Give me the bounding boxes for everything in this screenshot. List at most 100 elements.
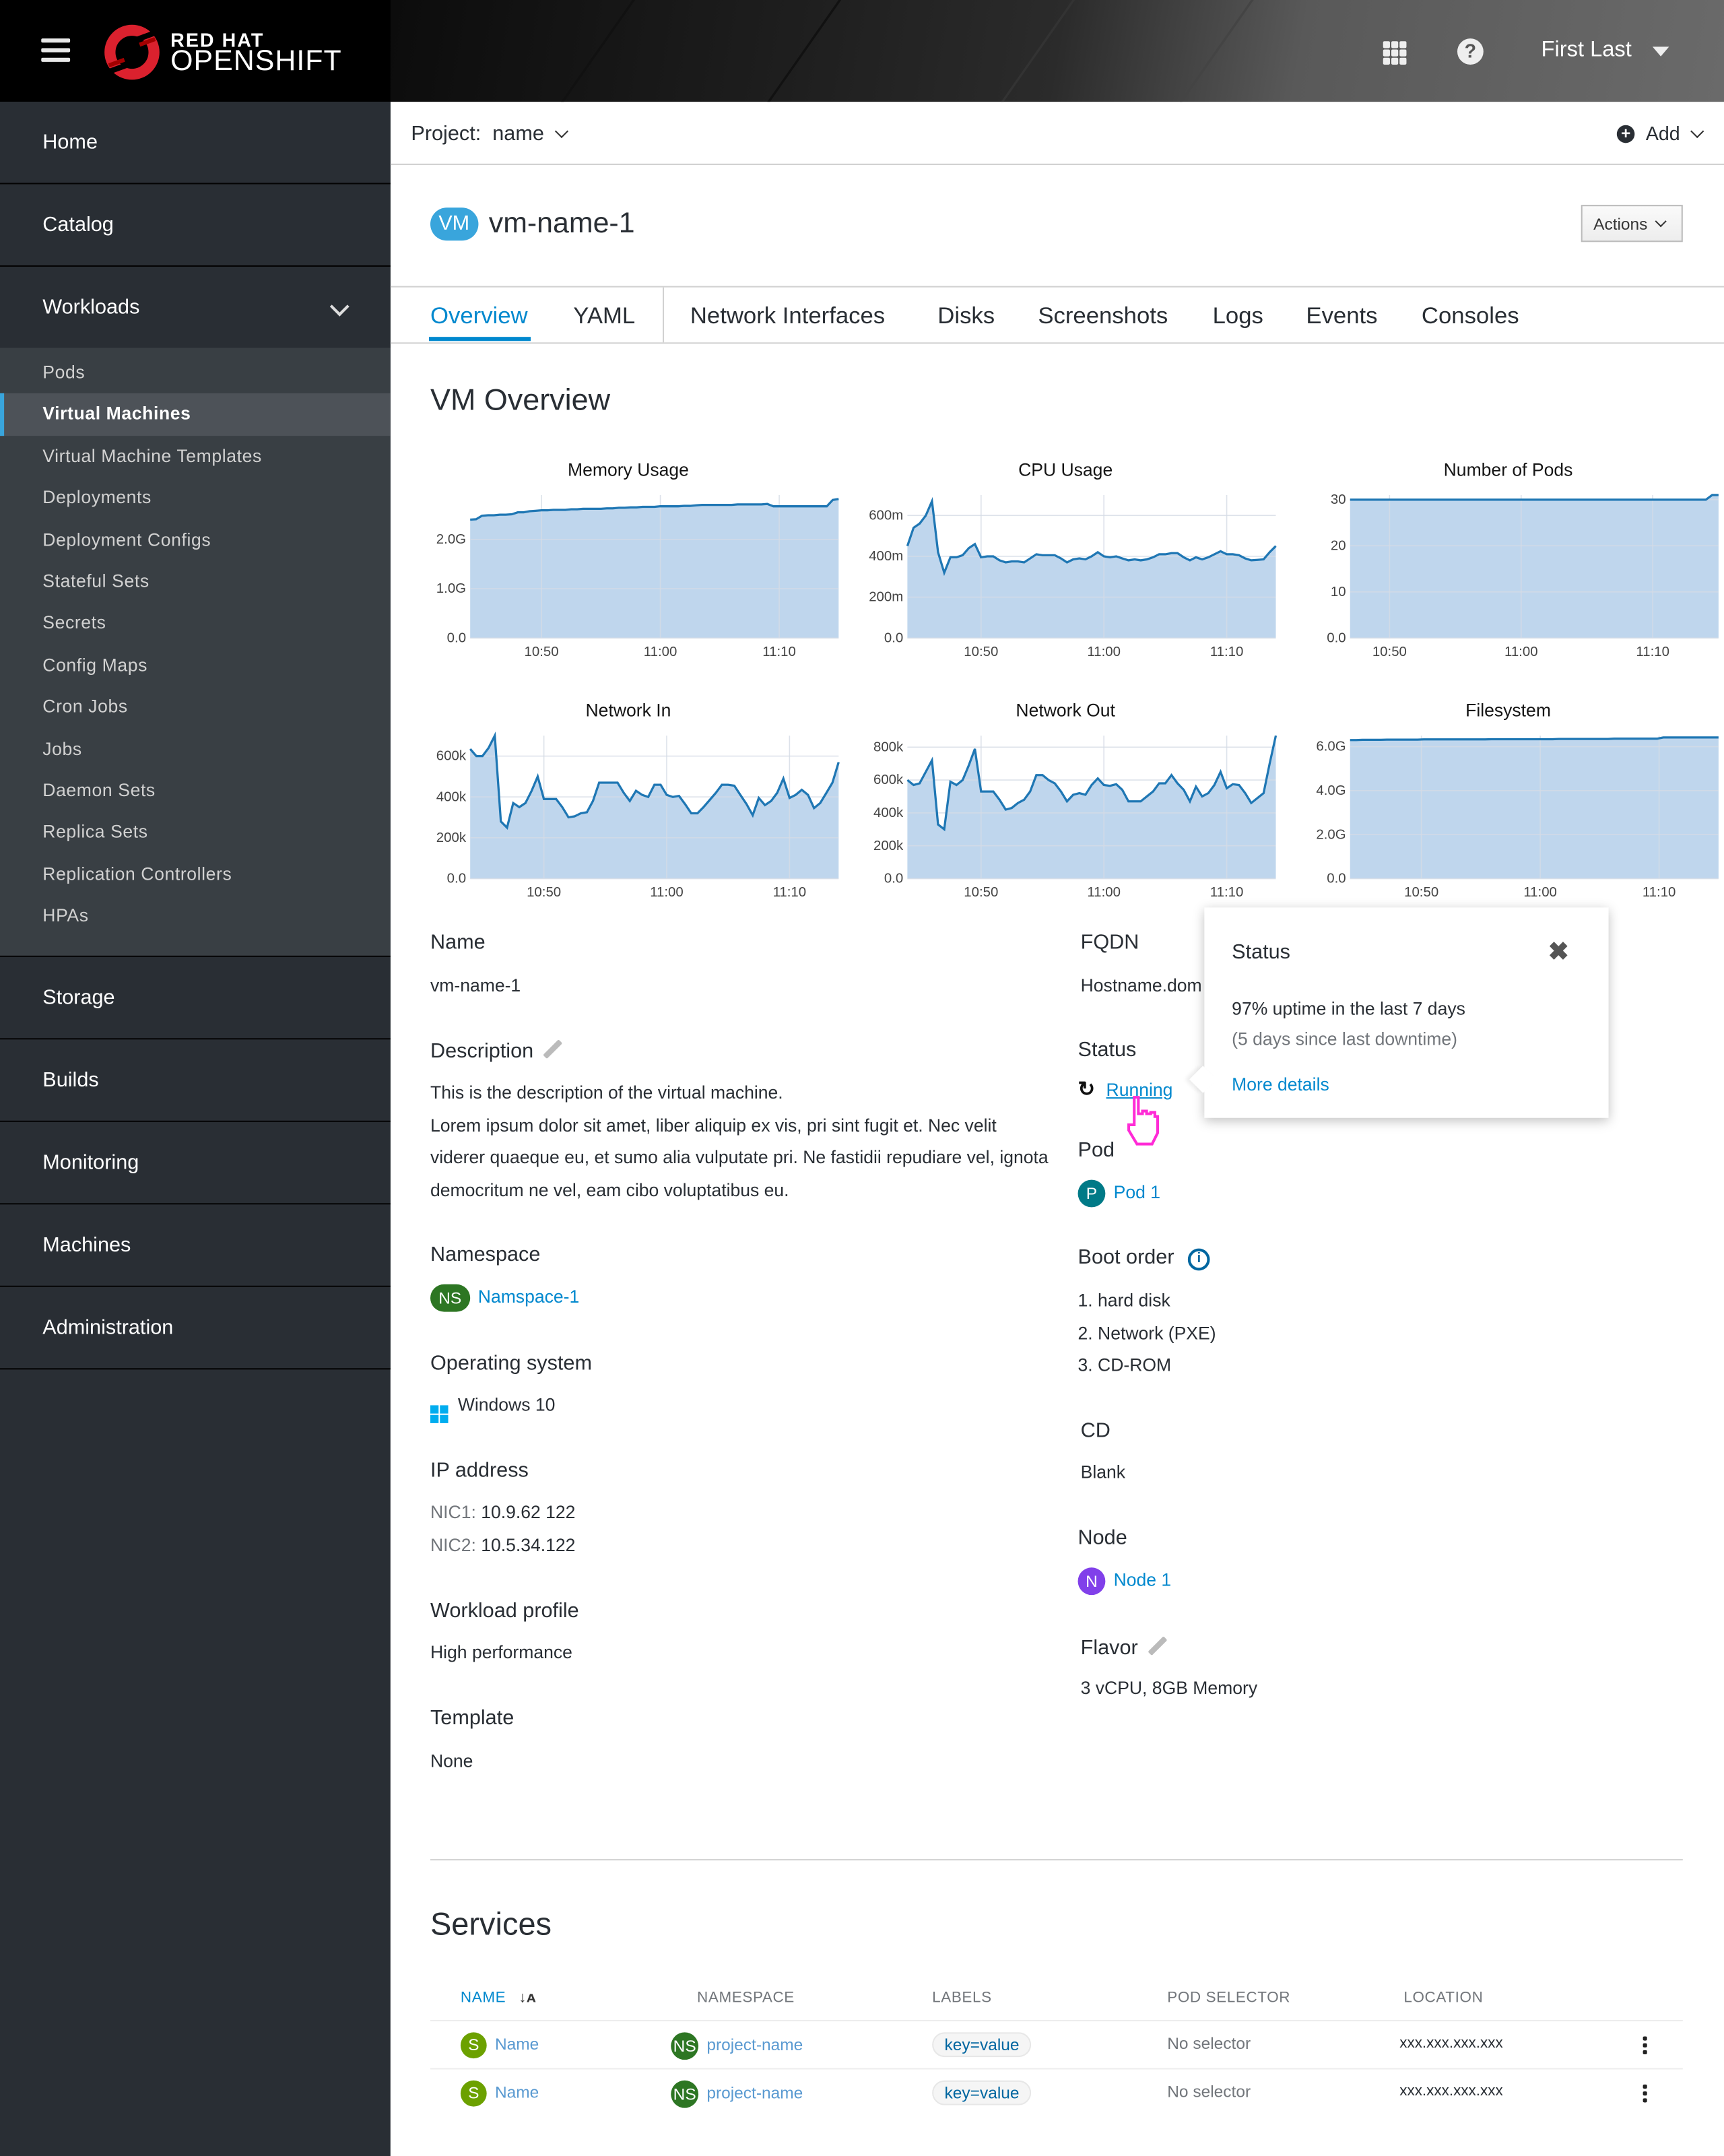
sidebar: Home Catalog Workloads Pods Virtual Mach… xyxy=(0,102,391,2156)
app-launcher-icon[interactable] xyxy=(1383,41,1407,65)
project-label: Project: xyxy=(411,122,482,146)
chevron-down-icon xyxy=(1655,216,1667,228)
sidebar-item-monitoring[interactable]: Monitoring xyxy=(0,1122,391,1206)
sidebar-subitem-vm-templates[interactable]: Virtual Machine Templates xyxy=(0,436,391,478)
service-name-cell[interactable]: S Name xyxy=(460,2032,539,2059)
chart-filesystem: Filesystem 0.0 2.0G 4.0G 6.0G 10:50 11:00 11:10 xyxy=(1309,700,1719,906)
tab-logs[interactable]: Logs xyxy=(1213,302,1263,330)
sidebar-item-workloads[interactable]: Workloads xyxy=(0,267,391,348)
pod-selector-cell: No selector xyxy=(1167,2081,1251,2101)
tab-consoles[interactable]: Consoles xyxy=(1422,302,1519,330)
project-selector[interactable]: Project: name xyxy=(411,122,568,146)
fqdn-value: Hostname.dom xyxy=(1080,975,1202,996)
close-icon[interactable]: ✖ xyxy=(1548,938,1569,967)
menu-icon[interactable] xyxy=(41,38,71,63)
pencil-icon[interactable] xyxy=(1147,1636,1167,1656)
tab-screenshots[interactable]: Screenshots xyxy=(1038,302,1168,330)
row-divider xyxy=(430,2068,1683,2070)
pod-selector-cell: No selector xyxy=(1167,2033,1251,2053)
sidebar-item-home[interactable]: Home xyxy=(0,102,391,185)
sidebar-subitem-stateful-sets[interactable]: Stateful Sets xyxy=(0,561,391,603)
column-header-pod-selector[interactable]: POD SELECTOR xyxy=(1167,1990,1290,2006)
sidebar-subitem-daemon-sets[interactable]: Daemon Sets xyxy=(0,770,391,812)
nic2: NIC2: 10.5.34.122 xyxy=(430,1534,575,1555)
y-tick-label: 600m xyxy=(869,508,903,523)
brand-logo[interactable]: RED HAT OPENSHIFT xyxy=(102,22,341,90)
tab-yaml[interactable]: YAML xyxy=(573,302,635,330)
sidebar-item-catalog[interactable]: Catalog xyxy=(0,184,391,267)
sidebar-subitem-deployment-configs[interactable]: Deployment Configs xyxy=(0,519,391,561)
column-header-labels[interactable]: LABELS xyxy=(932,1990,992,2006)
pod-value[interactable]: P Pod 1 xyxy=(1078,1179,1160,1208)
kebab-menu-icon[interactable] xyxy=(1643,2084,1647,2105)
column-header-name[interactable]: NAME ↓ᴀ xyxy=(461,1990,536,2006)
sidebar-subitem-replication-controllers[interactable]: Replication Controllers xyxy=(0,853,391,895)
node-link[interactable]: Node 1 xyxy=(1114,1569,1172,1590)
namespace-value[interactable]: NS Namspace-1 xyxy=(430,1284,579,1312)
namespace-link[interactable]: Namspace-1 xyxy=(478,1286,579,1307)
tab-network-interfaces[interactable]: Network Interfaces xyxy=(690,302,885,330)
pod-link[interactable]: Pod 1 xyxy=(1114,1182,1160,1203)
y-tick-label: 0.0 xyxy=(884,872,903,886)
sidebar-item-machines[interactable]: Machines xyxy=(0,1205,391,1288)
sidebar-item-administration[interactable]: Administration xyxy=(0,1287,391,1371)
service-link[interactable]: Name xyxy=(495,2035,539,2054)
actions-dropdown[interactable]: Actions xyxy=(1581,205,1683,242)
help-icon[interactable]: ? xyxy=(1457,38,1484,65)
labels-cell[interactable]: key=value xyxy=(932,2032,1032,2058)
sort-alpha-icon[interactable]: ↓ᴀ xyxy=(519,1990,536,2006)
sidebar-subitem-jobs[interactable]: Jobs xyxy=(0,728,391,770)
boot-item: 3. CD-ROM xyxy=(1078,1354,1172,1375)
sidebar-subitem-hpas[interactable]: HPAs xyxy=(0,895,391,937)
sidebar-subitem-virtual-machines[interactable]: Virtual Machines xyxy=(0,393,391,436)
y-tick-label: 600k xyxy=(436,749,467,764)
y-tick-label: 800k xyxy=(873,740,904,754)
sidebar-item-label: Home xyxy=(42,130,98,154)
label-chip[interactable]: key=value xyxy=(932,2080,1032,2105)
y-tick-label: 2.0G xyxy=(436,532,466,547)
name-value: vm-name-1 xyxy=(430,975,521,996)
sidebar-item-label: Administration xyxy=(42,1316,174,1340)
number-of-pods-plot: 0.0 10 20 30 10:50 11:00 11:10 xyxy=(1327,492,1719,659)
caret-down-icon[interactable] xyxy=(1652,46,1669,57)
info-icon[interactable]: i xyxy=(1187,1248,1210,1271)
node-value[interactable]: N Node 1 xyxy=(1078,1567,1172,1596)
more-details-link[interactable]: More details xyxy=(1232,1074,1329,1095)
sidebar-subitem-cron-jobs[interactable]: Cron Jobs xyxy=(0,686,391,728)
pencil-icon[interactable] xyxy=(543,1039,563,1059)
service-name-cell[interactable]: S Name xyxy=(460,2080,539,2107)
tab-overview[interactable]: Overview xyxy=(430,302,528,330)
sidebar-subitem-secrets[interactable]: Secrets xyxy=(0,603,391,645)
user-menu[interactable]: First Last xyxy=(1541,38,1632,63)
kebab-menu-icon[interactable] xyxy=(1643,2036,1647,2057)
sidebar-subitem-replica-sets[interactable]: Replica Sets xyxy=(0,812,391,853)
popover-downtime: (5 days since last downtime) xyxy=(1232,1028,1458,1049)
namespace-cell[interactable]: NS project-name xyxy=(671,2032,803,2060)
sidebar-item-builds[interactable]: Builds xyxy=(0,1040,391,1123)
masthead: RED HAT OPENSHIFT ? First Last xyxy=(0,0,1724,102)
y-tick-label: 400k xyxy=(436,789,467,804)
y-tick-label: 0.0 xyxy=(1327,630,1346,645)
namespace-badge: NS xyxy=(430,1284,470,1312)
labels-cell[interactable]: key=value xyxy=(932,2080,1032,2105)
column-header-namespace[interactable]: NAMESPACE xyxy=(697,1990,795,2006)
x-tick-label: 11:00 xyxy=(650,885,684,900)
description-line: This is the description of the virtual m… xyxy=(430,1082,783,1103)
tab-events[interactable]: Events xyxy=(1306,302,1377,330)
label-chip[interactable]: key=value xyxy=(932,2032,1032,2058)
column-header-location[interactable]: LOCATION xyxy=(1403,1990,1483,2006)
sidebar-subitem-deployments[interactable]: Deployments xyxy=(0,478,391,519)
tab-disks[interactable]: Disks xyxy=(937,302,995,330)
service-link[interactable]: Name xyxy=(495,2083,539,2102)
namespace-cell[interactable]: NS project-name xyxy=(671,2080,803,2108)
namespace-link[interactable]: project-name xyxy=(706,2035,803,2055)
sidebar-subitem-pods[interactable]: Pods xyxy=(0,352,391,394)
x-tick-label: 11:10 xyxy=(762,645,796,659)
openshift-logo-icon xyxy=(104,24,160,80)
sidebar-item-storage[interactable]: Storage xyxy=(0,957,391,1041)
chart-title: Network In xyxy=(585,700,671,721)
y-tick-label: 0.0 xyxy=(1327,872,1346,886)
sidebar-subitem-config-maps[interactable]: Config Maps xyxy=(0,645,391,686)
add-button[interactable]: + Add xyxy=(1616,123,1704,144)
namespace-link[interactable]: project-name xyxy=(706,2083,803,2103)
